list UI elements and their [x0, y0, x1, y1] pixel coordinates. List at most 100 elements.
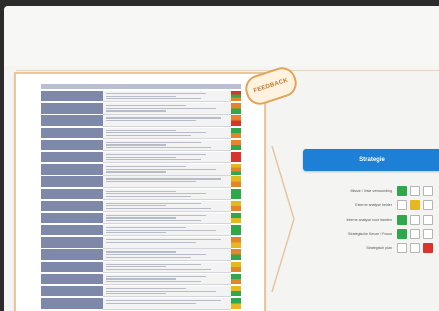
- row-label: [41, 127, 103, 138]
- row-description: [103, 212, 231, 225]
- text-line: [106, 193, 206, 195]
- document-row[interactable]: [41, 188, 241, 200]
- text-line: [106, 159, 201, 161]
- text-line: [106, 153, 206, 156]
- text-line: [106, 132, 206, 134]
- row-label: [41, 273, 103, 285]
- document-row[interactable]: [41, 164, 241, 176]
- document-row[interactable]: [41, 286, 241, 298]
- text-line: [106, 110, 166, 112]
- rating-checkbox[interactable]: [423, 243, 433, 254]
- text-line: [106, 119, 196, 122]
- text-line: [106, 281, 201, 283]
- text-line: [106, 205, 166, 207]
- text-line: [106, 278, 176, 280]
- text-line: [106, 134, 191, 136]
- row-label: [41, 286, 103, 297]
- rating-checkbox[interactable]: [423, 214, 433, 225]
- row-description: [103, 103, 231, 115]
- row-description: [103, 200, 231, 213]
- text-line: [106, 105, 186, 107]
- row-label: [41, 225, 103, 236]
- text-line: [106, 232, 166, 234]
- rating-checkbox[interactable]: [423, 200, 433, 211]
- row-label: [41, 298, 103, 309]
- document-row[interactable]: [41, 261, 241, 274]
- text-line: [106, 141, 201, 143]
- row-status-indicator: [231, 91, 241, 102]
- criterion-row: Strategische Keuze / Focus: [294, 228, 439, 239]
- row-description: [103, 139, 231, 152]
- rating-checkbox[interactable]: [397, 228, 407, 239]
- document-row[interactable]: [41, 103, 241, 115]
- rating-checkbox[interactable]: [410, 228, 420, 239]
- row-description: [103, 176, 231, 188]
- row-status-indicator: [231, 237, 241, 248]
- row-status-indicator: [231, 286, 241, 297]
- document-row[interactable]: [41, 249, 241, 261]
- row-status-indicator: [231, 200, 241, 212]
- criterion-label: Strategisch plan: [366, 246, 392, 251]
- row-status-indicator: [231, 273, 241, 285]
- document-row[interactable]: [41, 298, 241, 310]
- row-description: [103, 249, 231, 261]
- criterion-label: Externe analyse helder: [355, 203, 392, 208]
- rating-checkbox[interactable]: [410, 214, 420, 225]
- rating-checkbox[interactable]: [410, 243, 420, 254]
- text-line: [106, 302, 196, 304]
- document-row[interactable]: [41, 225, 241, 237]
- rating-checkbox[interactable]: [423, 228, 433, 239]
- row-label: [41, 164, 103, 175]
- document-row[interactable]: [41, 139, 241, 152]
- text-line: [106, 254, 206, 256]
- text-line: [106, 256, 191, 258]
- text-line: [106, 202, 201, 204]
- top-band: [4, 6, 439, 66]
- rating-checkbox[interactable]: [410, 200, 420, 211]
- rating-checkbox[interactable]: [397, 243, 407, 254]
- text-line: [106, 190, 176, 192]
- text-line: [106, 266, 166, 268]
- criterion-label: Interne analyse voor handen: [346, 217, 392, 222]
- row-status-indicator: [231, 261, 241, 273]
- row-description: [103, 225, 231, 237]
- rating-checkbox[interactable]: [397, 186, 407, 196]
- rating-checkbox[interactable]: [423, 186, 433, 196]
- document-row[interactable]: [41, 127, 241, 139]
- document-row[interactable]: [41, 237, 241, 249]
- row-description: [103, 91, 231, 103]
- document-row[interactable]: [41, 200, 241, 213]
- text-line: [106, 239, 221, 241]
- rating-checkbox[interactable]: [397, 214, 407, 225]
- row-status-indicator: [231, 188, 241, 199]
- strategy-button[interactable]: Strategie: [303, 149, 439, 171]
- text-line: [106, 263, 201, 265]
- row-description: [103, 298, 231, 310]
- document-row[interactable]: [41, 91, 241, 103]
- text-line: [106, 195, 191, 197]
- criterion-row: Externe analyse helder: [294, 200, 439, 211]
- document-row[interactable]: [41, 176, 241, 188]
- document-header-bar: [41, 84, 241, 89]
- text-line: [106, 227, 186, 229]
- document-row[interactable]: [41, 151, 241, 164]
- row-status-indicator: [231, 139, 241, 151]
- row-status-indicator: [231, 225, 241, 236]
- document-row[interactable]: [41, 273, 241, 286]
- row-status-indicator: [231, 115, 241, 126]
- row-description: [103, 188, 231, 200]
- row-status-indicator: [231, 298, 241, 309]
- rating-checkbox[interactable]: [410, 186, 420, 196]
- text-line: [106, 220, 201, 222]
- criterion-label: Missie / Visie verwoording: [350, 189, 392, 193]
- document-row[interactable]: [41, 115, 241, 127]
- document-row[interactable]: [41, 212, 241, 225]
- rating-checkbox[interactable]: [397, 200, 407, 211]
- text-line: [106, 117, 221, 119]
- row-status-indicator: [231, 249, 241, 260]
- row-label: [41, 151, 103, 163]
- row-label: [41, 176, 103, 187]
- assessment-document[interactable]: [14, 72, 266, 311]
- rating-boxes: [397, 228, 439, 239]
- stamp-text: FEEDBACK: [253, 77, 289, 95]
